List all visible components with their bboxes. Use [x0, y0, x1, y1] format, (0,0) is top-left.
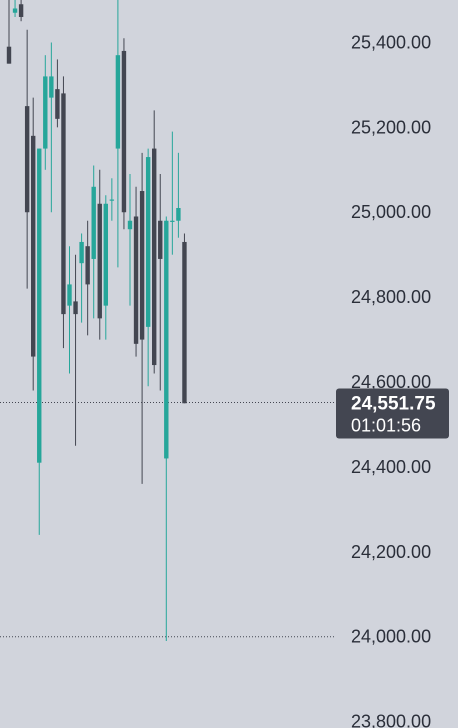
- candle: [170, 131, 175, 255]
- candle-body: [31, 135, 36, 357]
- candlestick-series: [6, 0, 187, 641]
- candle: [85, 220, 90, 336]
- current-price-badge: 24,551.75 01:01:56: [336, 388, 449, 439]
- candle: [139, 152, 145, 484]
- candle: [49, 42, 54, 213]
- y-tick-label: 23,800.00: [351, 712, 431, 728]
- candle: [37, 148, 42, 535]
- candle: [103, 195, 108, 340]
- candle-body: [121, 50, 127, 213]
- candle: [121, 38, 127, 230]
- candle-body: [12, 8, 18, 13]
- candle-body: [103, 203, 108, 306]
- candle: [43, 55, 48, 170]
- candle: [152, 110, 157, 374]
- price-axis[interactable]: 25,400.00 25,200.00 25,000.00 24,800.00 …: [351, 32, 431, 728]
- y-tick-label: 25,000.00: [351, 202, 431, 222]
- candle-body: [61, 93, 66, 315]
- candle: [79, 233, 84, 323]
- candle-body: [43, 76, 48, 149]
- candle: [73, 254, 78, 446]
- candle: [67, 246, 72, 374]
- candle: [133, 186, 139, 357]
- y-tick-label: 25,400.00: [351, 32, 431, 52]
- candle-body: [91, 186, 96, 259]
- candle-body: [6, 46, 12, 64]
- y-tick-label: 24,200.00: [351, 542, 431, 562]
- candle-body: [109, 199, 115, 201]
- candle: [127, 174, 133, 306]
- candle: [61, 76, 66, 349]
- candle-body: [24, 106, 30, 213]
- candle-body: [115, 55, 121, 149]
- candle: [31, 97, 36, 391]
- current-price-label: 24,551.75: [351, 394, 436, 415]
- candle: [158, 174, 163, 391]
- candle: [97, 169, 102, 340]
- candle: [145, 148, 151, 387]
- candle-body: [176, 208, 181, 221]
- candle-countdown-timer: 01:01:56: [351, 416, 421, 436]
- candle-body: [85, 246, 90, 285]
- y-tick-label: 25,200.00: [351, 117, 431, 137]
- candle-body: [127, 220, 133, 230]
- candle: [18, 0, 24, 22]
- candle-body: [164, 220, 169, 459]
- y-tick-label: 24,800.00: [351, 287, 431, 307]
- candle: [182, 233, 187, 404]
- candle: [6, 0, 12, 64]
- y-tick-label: 24,400.00: [351, 457, 431, 477]
- candle-body: [67, 284, 72, 306]
- candle-body: [18, 4, 24, 17]
- price-chart[interactable]: 25,400.00 25,200.00 25,000.00 24,800.00 …: [0, 0, 458, 728]
- candle-body: [139, 191, 145, 340]
- candle-body: [37, 148, 42, 463]
- candle: [12, 0, 18, 17]
- candle: [55, 59, 60, 128]
- y-tick-label: 24,000.00: [351, 627, 431, 647]
- candle-body: [133, 216, 139, 344]
- candle: [176, 152, 181, 238]
- candle: [115, 0, 121, 268]
- candle-body: [73, 301, 78, 315]
- candle: [109, 178, 115, 221]
- candle-body: [145, 157, 151, 327]
- candle-body: [182, 241, 187, 404]
- candle-body: [97, 203, 102, 319]
- candle-body: [49, 76, 54, 98]
- candle-body: [79, 241, 84, 264]
- candle: [91, 165, 96, 319]
- candle-body: [55, 89, 60, 119]
- candle: [24, 29, 30, 289]
- candle-body: [152, 148, 157, 366]
- price-chart-canvas[interactable]: 25,400.00 25,200.00 25,000.00 24,800.00 …: [0, 0, 458, 728]
- candle-body: [170, 220, 175, 222]
- candle-body: [158, 220, 163, 259]
- candle: [164, 216, 169, 641]
